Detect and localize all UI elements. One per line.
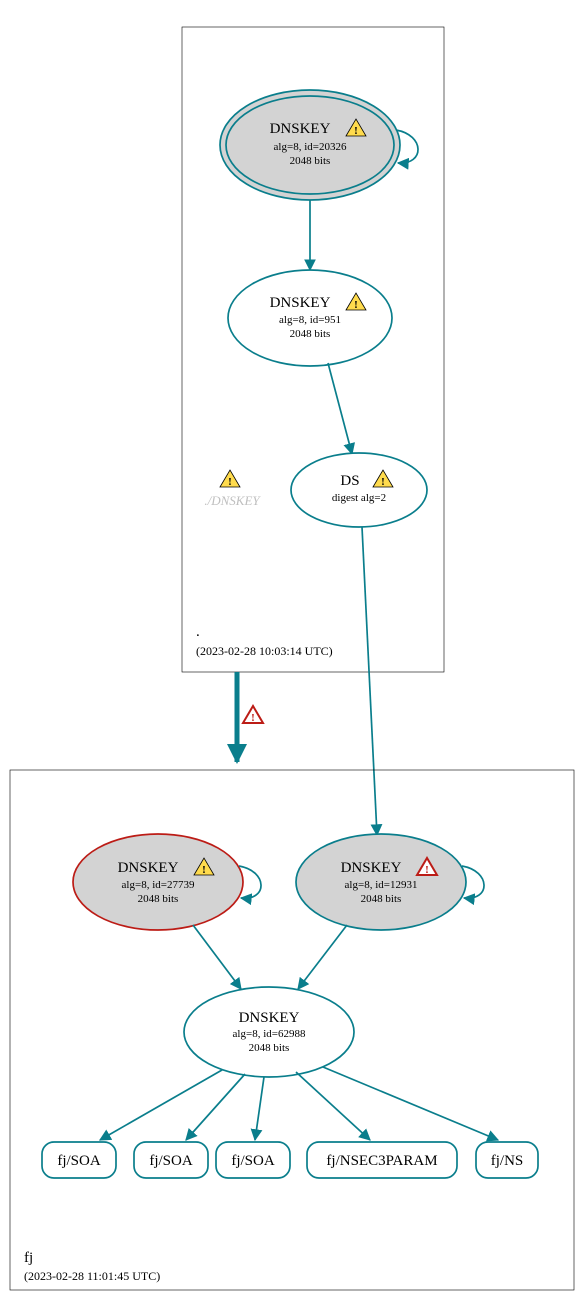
zone-fj-label: fj bbox=[24, 1250, 33, 1266]
edge-zsk-soa3 bbox=[255, 1077, 264, 1140]
root-ds-line1: digest alg=2 bbox=[332, 492, 386, 504]
svg-text:!: ! bbox=[354, 125, 358, 137]
node-root-ksk[interactable]: DNSKEY alg=8, id=20326 2048 bits ! bbox=[220, 90, 400, 200]
dnssec-graph: . (2023-02-28 10:03:14 UTC) DNSKEY alg=8… bbox=[0, 0, 584, 1309]
root-ksk-title: DNSKEY bbox=[270, 121, 331, 137]
root-ksk-line2: 2048 bits bbox=[290, 155, 331, 167]
node-fj-ksk1[interactable]: DNSKEY alg=8, id=27739 2048 bits ! bbox=[73, 834, 243, 930]
svg-text:DNSKEY: DNSKEY bbox=[118, 860, 179, 876]
zone-fj-timestamp: (2023-02-28 11:01:45 UTC) bbox=[24, 1269, 160, 1283]
zone-root-timestamp: (2023-02-28 10:03:14 UTC) bbox=[196, 644, 333, 658]
node-fj-ksk2[interactable]: DNSKEY alg=8, id=12931 2048 bits ! bbox=[296, 834, 466, 930]
root-zsk-line2: 2048 bits bbox=[290, 328, 331, 340]
root-ksk-line1: alg=8, id=20326 bbox=[274, 141, 347, 153]
fj-ksk2-line2: 2048 bits bbox=[361, 893, 402, 905]
fj-ksk1-line1: alg=8, id=27739 bbox=[122, 879, 195, 891]
edge-fj-ksk2-zsk bbox=[298, 925, 347, 989]
svg-text:!: ! bbox=[251, 712, 255, 724]
rrset-ns[interactable]: fj/NS bbox=[476, 1142, 538, 1178]
rrset-soa3-label: fj/SOA bbox=[231, 1153, 275, 1169]
warning-icon-red: ! bbox=[243, 706, 263, 724]
rrset-soa1[interactable]: fj/SOA bbox=[42, 1142, 116, 1178]
rrset-soa2[interactable]: fj/SOA bbox=[134, 1142, 208, 1178]
root-ds-title: DS bbox=[340, 473, 359, 489]
rrset-soa1-label: fj/SOA bbox=[57, 1153, 101, 1169]
svg-text:DNSKEY: DNSKEY bbox=[270, 295, 331, 311]
svg-text:DNSKEY: DNSKEY bbox=[341, 860, 402, 876]
svg-text:DNSKEY: DNSKEY bbox=[270, 121, 331, 137]
node-fj-zsk[interactable]: DNSKEY alg=8, id=62988 2048 bits bbox=[184, 987, 354, 1077]
root-zsk-title: DNSKEY bbox=[270, 295, 331, 311]
svg-text:DS: DS bbox=[340, 473, 359, 489]
edge-root-zsk-ds bbox=[328, 363, 352, 454]
edge-zsk-ns bbox=[323, 1067, 498, 1140]
node-root-zsk[interactable]: DNSKEY alg=8, id=951 2048 bits ! bbox=[228, 270, 392, 366]
edge-fj-ksk1-zsk bbox=[193, 925, 241, 989]
edge-ds-fj-ksk2 bbox=[362, 527, 377, 835]
edge-zsk-soa1 bbox=[100, 1070, 222, 1140]
rrset-ns-label: fj/NS bbox=[491, 1153, 524, 1169]
fj-zsk-line1: alg=8, id=62988 bbox=[233, 1028, 306, 1040]
node-root-ds[interactable]: DS digest alg=2 ! bbox=[291, 453, 427, 527]
svg-text:!: ! bbox=[381, 476, 385, 488]
root-zsk-line1: alg=8, id=951 bbox=[279, 314, 341, 326]
zone-root-label: . bbox=[196, 624, 200, 640]
svg-text:!: ! bbox=[354, 299, 358, 311]
root-phantom-label: ./DNSKEY bbox=[204, 493, 261, 508]
node-root-phantom: ! ./DNSKEY bbox=[204, 470, 261, 508]
fj-zsk-title: DNSKEY bbox=[239, 1010, 300, 1026]
fj-ksk2-line1: alg=8, id=12931 bbox=[345, 879, 418, 891]
fj-zsk-line2: 2048 bits bbox=[249, 1042, 290, 1054]
warning-icon: ! bbox=[220, 470, 240, 488]
edge-zsk-soa2 bbox=[186, 1074, 245, 1140]
svg-text:!: ! bbox=[228, 476, 232, 488]
rrset-soa2-label: fj/SOA bbox=[149, 1153, 193, 1169]
rrset-nsec3param[interactable]: fj/NSEC3PARAM bbox=[307, 1142, 457, 1178]
svg-text:!: ! bbox=[425, 864, 429, 876]
rrset-soa3[interactable]: fj/SOA bbox=[216, 1142, 290, 1178]
fj-ksk2-title: DNSKEY bbox=[341, 860, 402, 876]
fj-ksk1-line2: 2048 bits bbox=[138, 893, 179, 905]
svg-text:!: ! bbox=[202, 864, 206, 876]
rrset-nsec3p-label: fj/NSEC3PARAM bbox=[326, 1153, 437, 1169]
fj-ksk1-title: DNSKEY bbox=[118, 860, 179, 876]
